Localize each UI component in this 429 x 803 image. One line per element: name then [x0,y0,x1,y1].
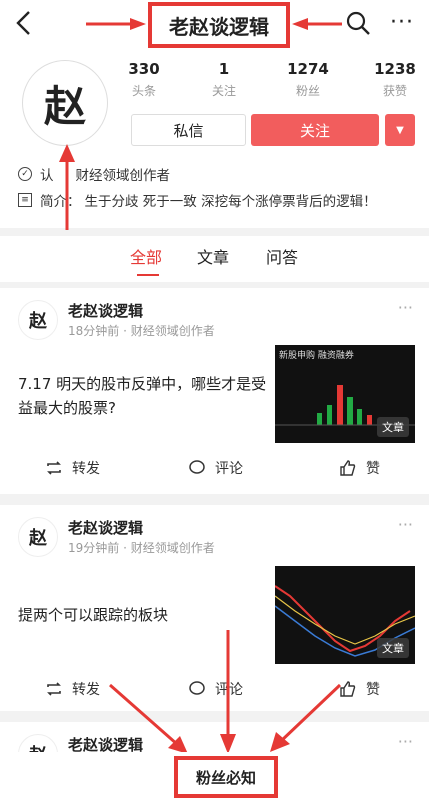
more-options-icon[interactable]: ··· [398,298,413,317]
message-button[interactable]: 私信 [131,114,246,146]
top-bar: 老赵谈逻辑 ··· [0,0,429,48]
more-options-icon[interactable]: ··· [398,515,413,534]
post-meta: 19分钟前 · 财经领域创作者 [68,541,215,555]
annotation-arrow [59,144,75,230]
post-title[interactable]: 7.17 明天的股市反弹中，哪些才是受益最大的股票? [18,372,268,420]
stat-likes[interactable]: 1238 获赞 [365,60,425,99]
post-card[interactable]: 赵 老赵谈逻辑 18分钟前 · 财经领域创作者 ··· 7.17 明天的股市反弹… [0,288,429,494]
verified-icon: ✓ [18,167,32,181]
repost-icon [47,461,61,475]
avatar[interactable]: 赵 [18,517,58,557]
post-title[interactable]: 提两个可以跟踪的板块 [18,603,268,627]
author-name[interactable]: 老赵谈逻辑 [68,300,143,321]
document-icon: ≡ [18,193,32,207]
content-tabs: 全部 文章 问答 [0,236,429,282]
chevron-down-icon[interactable]: ▼ [385,114,415,146]
stats-row: 330 头条 1 关注 1274 粉丝 1238 获赞 [120,60,429,100]
thumbs-up-icon [340,460,356,476]
follow-button[interactable]: 关注 [251,114,379,146]
repost-button[interactable]: 转发 [46,458,100,478]
annotation-arrow [292,18,342,30]
profile-section: 赵 330 头条 1 关注 1274 粉丝 1238 获赞 私信 关注 ▼ ✓ 认财经领… [0,48,429,230]
like-button[interactable]: 赞 [340,458,380,478]
more-options-icon[interactable]: ··· [390,10,414,35]
comment-icon [189,460,205,474]
stat-posts[interactable]: 330 头条 [114,60,174,99]
article-badge: 文章 [377,417,409,437]
comment-button[interactable]: 评论 [189,458,243,478]
stat-fans[interactable]: 1274 粉丝 [278,60,338,99]
active-tab-indicator [137,274,159,276]
author-name[interactable]: 老赵谈逻辑 [68,517,143,538]
back-arrow-icon[interactable] [12,9,36,37]
avatar[interactable]: 赵 [18,300,58,340]
tab-articles[interactable]: 文章 [197,244,229,268]
post-meta: 18分钟前 · 财经领域创作者 [68,324,215,338]
stat-following[interactable]: 1 关注 [194,60,254,99]
search-icon[interactable] [345,10,371,36]
tab-all[interactable]: 全部 [130,244,162,268]
avatar[interactable]: 赵 [22,60,108,146]
fans-must-know-label: 粉丝必知 [174,756,278,798]
tab-qa[interactable]: 问答 [266,244,298,268]
post-thumbnail[interactable]: 新股申购 融资融券 文章 [275,345,415,443]
certification-row: ✓ 认财经领域创作者 [18,164,170,184]
page-title: 老赵谈逻辑 [148,2,290,48]
annotation-arrow [86,18,146,30]
